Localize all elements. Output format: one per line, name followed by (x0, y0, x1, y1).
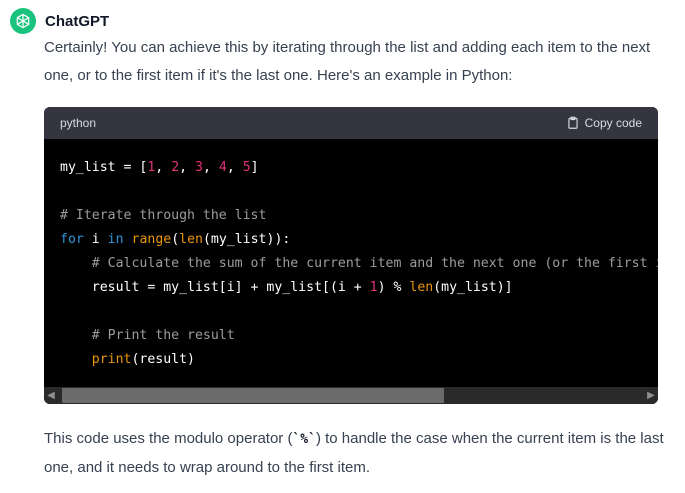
author-name: ChatGPT (45, 12, 110, 30)
copy-code-button[interactable]: Copy code (566, 116, 642, 130)
message-header: ChatGPT (10, 8, 109, 34)
code-block: python Copy code my_list = [1, 2, 3, 4, … (44, 107, 658, 404)
code-line-5: # Calculate the sum of the current item … (91, 256, 658, 271)
chevron-left-icon[interactable]: ◀ (44, 387, 58, 404)
avatar (10, 8, 36, 34)
openai-logo-icon (16, 13, 30, 29)
clipboard-icon (567, 116, 578, 129)
message-intro-text: Certainly! You can achieve this by itera… (44, 39, 651, 84)
code-line-8: # Print the result (91, 328, 235, 343)
code-language-label: python (60, 116, 97, 130)
chevron-right-icon[interactable]: ▶ (644, 387, 658, 404)
message-outro-text: This code uses the modulo operator (`%`)… (44, 430, 664, 476)
inline-code: `%` (292, 432, 316, 447)
scrollbar-thumb[interactable] (62, 388, 444, 403)
code-line-9: print(result) (91, 352, 195, 367)
scrollbar-track[interactable] (58, 387, 644, 404)
code-line-6: result = my_list[i] + my_list[(i + 1) % … (60, 280, 513, 295)
code-line-1: my_list = [1, 2, 3, 4, 5] (60, 160, 259, 175)
code-line-4: for i in range(len(my_list)): (60, 232, 291, 247)
horizontal-scrollbar[interactable]: ◀ ▶ (44, 387, 658, 404)
copy-code-label: Copy code (584, 116, 642, 130)
chat-message: ChatGPT Certainly! You can achieve this … (0, 0, 685, 493)
code-line-3: # Iterate through the list (60, 208, 267, 223)
code-text: my_list = [1, 2, 3, 4, 5] # Iterate thro… (44, 139, 658, 372)
code-block-header: python Copy code (44, 107, 658, 139)
code-content[interactable]: my_list = [1, 2, 3, 4, 5] # Iterate thro… (44, 139, 658, 387)
